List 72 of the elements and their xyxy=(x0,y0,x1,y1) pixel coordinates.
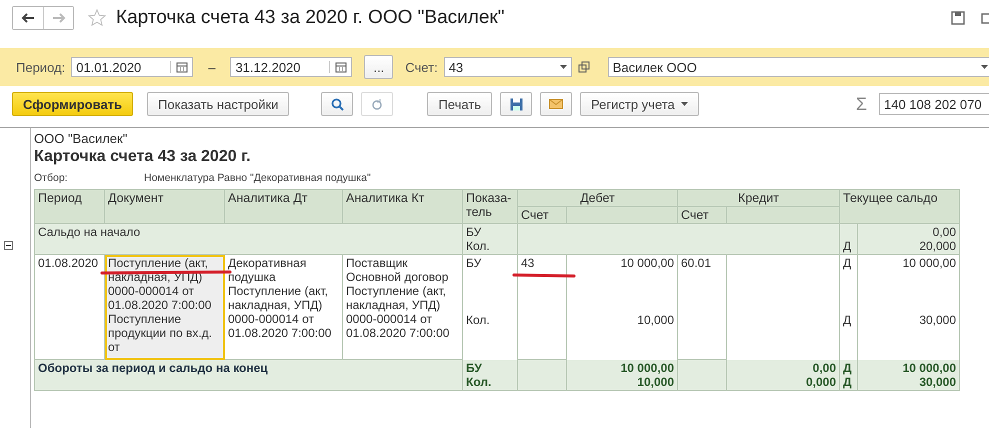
search-button[interactable] xyxy=(321,92,354,116)
period-select-button[interactable]: ... xyxy=(364,55,394,79)
envelope-icon xyxy=(549,99,564,109)
column-header: Аналитика Дт xyxy=(224,190,342,224)
toolbar-button[interactable]: Показать настройки xyxy=(147,92,290,116)
indicator-cell-text: БУ xyxy=(466,225,482,239)
table-cell-text: 10 000,00 xyxy=(620,361,674,375)
column-header: Счет xyxy=(518,206,566,224)
indicator-cell-text: БУ xyxy=(466,361,483,375)
report-title: Карточка счета 43 за 2020 г. xyxy=(34,148,252,166)
generate-button[interactable]: Сформировать xyxy=(12,92,134,116)
saldo-side: Д xyxy=(843,375,853,389)
back-arrow-icon xyxy=(21,13,35,23)
period-label: Период: xyxy=(16,60,66,74)
table-cell-text: 10,000 xyxy=(636,375,674,389)
saldo-value: 10 000,00 xyxy=(902,256,956,270)
column-header: Кредит xyxy=(678,190,840,206)
forward-arrow-icon xyxy=(52,13,66,23)
date-from-field[interactable]: 01.01.2020 xyxy=(71,57,194,77)
account-label: Счет: xyxy=(405,60,438,74)
saldo-side: Д xyxy=(843,256,852,270)
dropdown-icon[interactable] xyxy=(560,65,567,69)
refresh-icon xyxy=(370,98,384,110)
saldo-side: Д xyxy=(843,361,853,375)
organization-field[interactable]: Василек ООО xyxy=(608,57,989,77)
caret-icon xyxy=(680,102,688,106)
filter-value: Номенклатура Равно "Декоративная подушка" xyxy=(144,172,371,184)
register-dropdown-button[interactable]: Регистр учета xyxy=(580,92,699,116)
date-to-field[interactable]: 31.12.2020 xyxy=(230,57,352,77)
sum-symbol: Σ xyxy=(856,94,867,114)
mail-button[interactable] xyxy=(540,92,572,116)
collapse-icon[interactable] xyxy=(4,241,13,250)
toolbar-button[interactable]: Печать xyxy=(427,92,492,116)
column-header: Период xyxy=(34,190,104,224)
open-icon[interactable] xyxy=(578,61,590,73)
save-button[interactable] xyxy=(500,92,532,116)
dropdown-icon[interactable] xyxy=(981,65,988,69)
saldo-value: 30,000 xyxy=(918,375,956,389)
sum-field: 140 108 202 070 xyxy=(879,93,989,115)
table-cell: 60.01 xyxy=(681,256,712,270)
saldo-side: Д xyxy=(843,239,852,253)
saldo-side: Д xyxy=(843,313,852,327)
table-cell-text: 0,000 xyxy=(804,375,836,389)
calendar-icon[interactable] xyxy=(329,61,348,73)
calendar-icon[interactable] xyxy=(170,61,188,73)
search-icon xyxy=(330,98,344,110)
column-header: Счет xyxy=(678,206,726,224)
column-header: Дебет xyxy=(518,190,678,206)
report-organization: ООО "Василек" xyxy=(34,131,128,146)
floppy-icon xyxy=(510,98,523,110)
table-cell: 10,000 xyxy=(637,313,674,327)
column-header: Показа-тель xyxy=(462,190,518,224)
save-icon[interactable] xyxy=(951,11,965,25)
group-label: Обороты за период и сальдо на конец xyxy=(34,360,462,390)
column-header: Аналитика Кт xyxy=(342,190,462,224)
indicator-cell-text: Кол. xyxy=(466,375,492,389)
indicator-cell-text: Кол. xyxy=(466,239,491,253)
saldo-value: 20,000 xyxy=(918,239,956,253)
window-title: Карточка счета 43 за 2020 г. ООО "Василек" xyxy=(116,7,504,29)
table-cell: 10 000,00 xyxy=(620,256,674,270)
column-header: Текущее сальдо xyxy=(840,190,960,224)
table-cell-text: 0,00 xyxy=(812,361,836,375)
table-cell: 43 xyxy=(521,256,534,270)
account-field[interactable]: 43 xyxy=(444,57,572,77)
saldo-value: 0,00 xyxy=(932,225,956,239)
saldo-value: 30,000 xyxy=(919,313,956,327)
star-icon[interactable] xyxy=(88,9,106,27)
group-label: Сальдо на начало xyxy=(34,224,462,254)
column-header: Документ xyxy=(104,190,224,224)
dash-separator: – xyxy=(208,60,216,74)
filter-label: Отбор: xyxy=(34,172,69,184)
saldo-value: 10 000,00 xyxy=(902,361,956,375)
